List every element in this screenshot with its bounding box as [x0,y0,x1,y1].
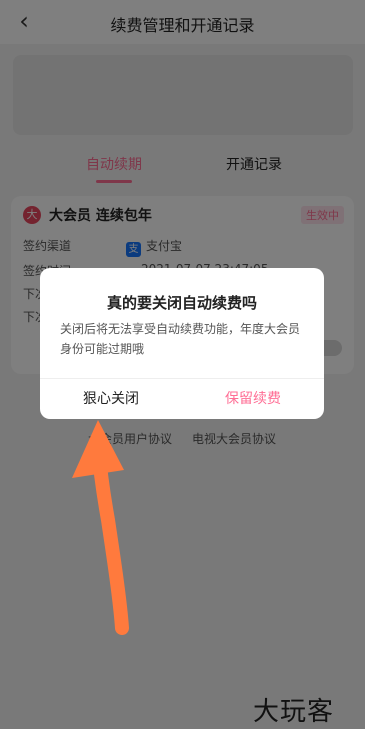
arrow-head [72,420,124,478]
watermark-text: 大玩客 [253,697,335,727]
annotation-arrow [72,420,129,635]
